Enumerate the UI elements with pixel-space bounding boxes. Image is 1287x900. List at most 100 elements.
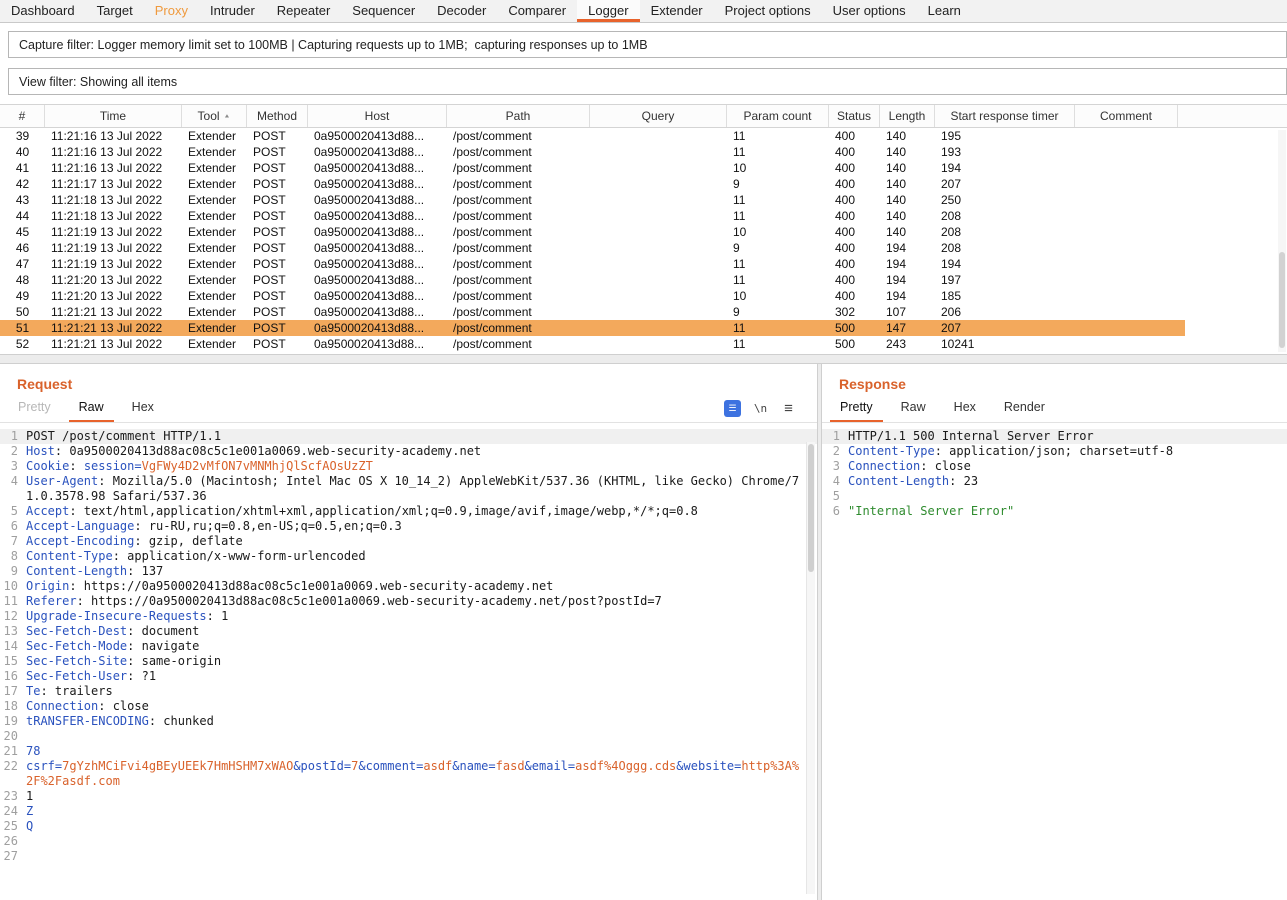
column-header-param-count[interactable]: Param count — [727, 105, 829, 127]
cell: 41 — [0, 161, 45, 175]
response-tab-render[interactable]: Render — [994, 395, 1055, 422]
request-editor[interactable]: 1POST /post/comment HTTP/1.12Host: 0a950… — [0, 423, 817, 900]
log-row-41[interactable]: 4111:21:16 13 Jul 2022ExtenderPOST0a9500… — [0, 160, 1185, 176]
log-row-47[interactable]: 4711:21:19 13 Jul 2022ExtenderPOST0a9500… — [0, 256, 1185, 272]
cell: 0a9500020413d88... — [308, 353, 447, 354]
view-filter-bar[interactable]: View filter: Showing all items — [8, 68, 1287, 95]
log-row-50[interactable]: 5011:21:21 13 Jul 2022ExtenderPOST0a9500… — [0, 304, 1185, 320]
cell: Extender — [182, 129, 247, 143]
logger-table: #TimeTool▲ Method Host Path QueryParam count… — [0, 104, 1287, 354]
main-tab-proxy[interactable]: Proxy — [144, 0, 199, 22]
cell: 194 — [880, 241, 935, 255]
column-header-time[interactable]: Time — [45, 105, 182, 127]
request-tab-hex[interactable]: Hex — [122, 395, 164, 422]
column-header-host[interactable]: Host — [308, 105, 447, 127]
main-tab-intruder[interactable]: Intruder — [199, 0, 266, 22]
code-line: 12Upgrade-Insecure-Requests: 1 — [0, 609, 817, 624]
main-tab-sequencer[interactable]: Sequencer — [341, 0, 426, 22]
log-row-48[interactable]: 4811:21:20 13 Jul 2022ExtenderPOST0a9500… — [0, 272, 1185, 288]
line-number: 19 — [0, 714, 26, 729]
column-header-query[interactable]: Query — [590, 105, 727, 127]
line-number: 13 — [0, 624, 26, 639]
log-row-45[interactable]: 4511:21:19 13 Jul 2022ExtenderPOST0a9500… — [0, 224, 1185, 240]
response-tab-raw[interactable]: Raw — [891, 395, 936, 422]
cell: 11:21:16 13 Jul 2022 — [45, 161, 182, 175]
log-row-44[interactable]: 4411:21:18 13 Jul 2022ExtenderPOST0a9500… — [0, 208, 1185, 224]
code-line: 19tRANSFER-ENCODING: chunked — [0, 714, 817, 729]
editor-menu-icon[interactable]: ≡ — [780, 400, 797, 417]
horizontal-splitter[interactable] — [0, 354, 1287, 364]
cell: 10241 — [935, 337, 1075, 351]
cell: 10 — [727, 289, 829, 303]
main-tab-extender[interactable]: Extender — [640, 0, 714, 22]
column-header-label: Path — [506, 109, 531, 123]
main-tab-decoder[interactable]: Decoder — [426, 0, 497, 22]
column-header-length[interactable]: Length — [880, 105, 935, 127]
cell: /post/comment — [447, 257, 590, 271]
cell: 400 — [829, 225, 880, 239]
response-editor[interactable]: 1HTTP/1.1 500 Internal Server Error2Cont… — [822, 423, 1287, 900]
code-line-text — [848, 489, 1287, 504]
cell: 49 — [0, 289, 45, 303]
cell: /post/comment — [447, 161, 590, 175]
main-tab-user-options[interactable]: User options — [822, 0, 917, 22]
main-tab-learn[interactable]: Learn — [917, 0, 972, 22]
column-header-status[interactable]: Status — [829, 105, 880, 127]
column-header-method[interactable]: Method — [247, 105, 308, 127]
scrollbar-thumb[interactable] — [808, 444, 814, 572]
log-row-52[interactable]: 5211:21:21 13 Jul 2022ExtenderPOST0a9500… — [0, 336, 1185, 352]
log-row-40[interactable]: 4011:21:16 13 Jul 2022ExtenderPOST0a9500… — [0, 144, 1185, 160]
request-tab-raw[interactable]: Raw — [69, 395, 114, 422]
pretty-print-icon[interactable]: ☰ — [724, 400, 741, 417]
line-number: 17 — [0, 684, 26, 699]
request-tab-pretty[interactable]: Pretty — [8, 395, 61, 422]
column-header-comment[interactable]: Comment — [1075, 105, 1178, 127]
cell: 0a9500020413d88... — [308, 145, 447, 159]
table-vertical-scrollbar[interactable] — [1278, 130, 1286, 352]
request-vertical-scrollbar[interactable] — [806, 442, 815, 894]
code-line: 22csrf=7gYzhMCiFvi4gBEyUEEk7HmHSHM7xWAO&… — [0, 759, 817, 789]
code-line: 25Q — [0, 819, 817, 834]
cell: Extender — [182, 241, 247, 255]
log-row-49[interactable]: 4911:21:20 13 Jul 2022ExtenderPOST0a9500… — [0, 288, 1185, 304]
cell: 140 — [880, 225, 935, 239]
cell: POST — [247, 321, 308, 335]
cell: 53 — [0, 353, 45, 354]
main-tab-dashboard[interactable]: Dashboard — [0, 0, 86, 22]
capture-filter-bar[interactable]: Capture filter: Logger memory limit set … — [8, 31, 1287, 58]
column-header-start-response-timer[interactable]: Start response timer — [935, 105, 1075, 127]
cell: Extender — [182, 321, 247, 335]
response-tab-pretty[interactable]: Pretty — [830, 395, 883, 422]
code-line-text: tRANSFER-ENCODING: chunked — [26, 714, 817, 729]
column-header-tool[interactable]: Tool▲ — [182, 105, 247, 127]
log-row-39[interactable]: 3911:21:16 13 Jul 2022ExtenderPOST0a9500… — [0, 128, 1185, 144]
log-row-42[interactable]: 4211:21:17 13 Jul 2022ExtenderPOST0a9500… — [0, 176, 1185, 192]
line-number: 1 — [822, 429, 848, 444]
log-row-53[interactable]: 5311:21:22 13 Jul 2022ExtenderPOST0a9500… — [0, 352, 1185, 354]
cell: 400 — [829, 129, 880, 143]
main-tab-target[interactable]: Target — [86, 0, 144, 22]
line-number: 4 — [822, 474, 848, 489]
cell: 51 — [0, 321, 45, 335]
newline-icon[interactable]: \n — [752, 400, 769, 417]
code-line-text: Accept-Encoding: gzip, deflate — [26, 534, 817, 549]
cell: Extender — [182, 145, 247, 159]
cell: 11 — [727, 193, 829, 207]
cell: 11:21:16 13 Jul 2022 — [45, 129, 182, 143]
main-tab-comparer[interactable]: Comparer — [497, 0, 577, 22]
main-tab-logger[interactable]: Logger — [577, 0, 639, 22]
column-header-path[interactable]: Path — [447, 105, 590, 127]
main-tab-repeater[interactable]: Repeater — [266, 0, 341, 22]
cell: 11:21:18 13 Jul 2022 — [45, 193, 182, 207]
column-header--[interactable]: # — [0, 105, 45, 127]
cell: Extender — [182, 273, 247, 287]
response-tab-hex[interactable]: Hex — [944, 395, 986, 422]
scrollbar-thumb[interactable] — [1279, 252, 1285, 348]
main-tab-project-options[interactable]: Project options — [714, 0, 822, 22]
log-row-43[interactable]: 4311:21:18 13 Jul 2022ExtenderPOST0a9500… — [0, 192, 1185, 208]
log-row-46[interactable]: 4611:21:19 13 Jul 2022ExtenderPOST0a9500… — [0, 240, 1185, 256]
line-number: 18 — [0, 699, 26, 714]
log-row-51[interactable]: 5111:21:21 13 Jul 2022ExtenderPOST0a9500… — [0, 320, 1185, 336]
code-line: 5 — [822, 489, 1287, 504]
column-header-label: Method — [257, 109, 297, 123]
